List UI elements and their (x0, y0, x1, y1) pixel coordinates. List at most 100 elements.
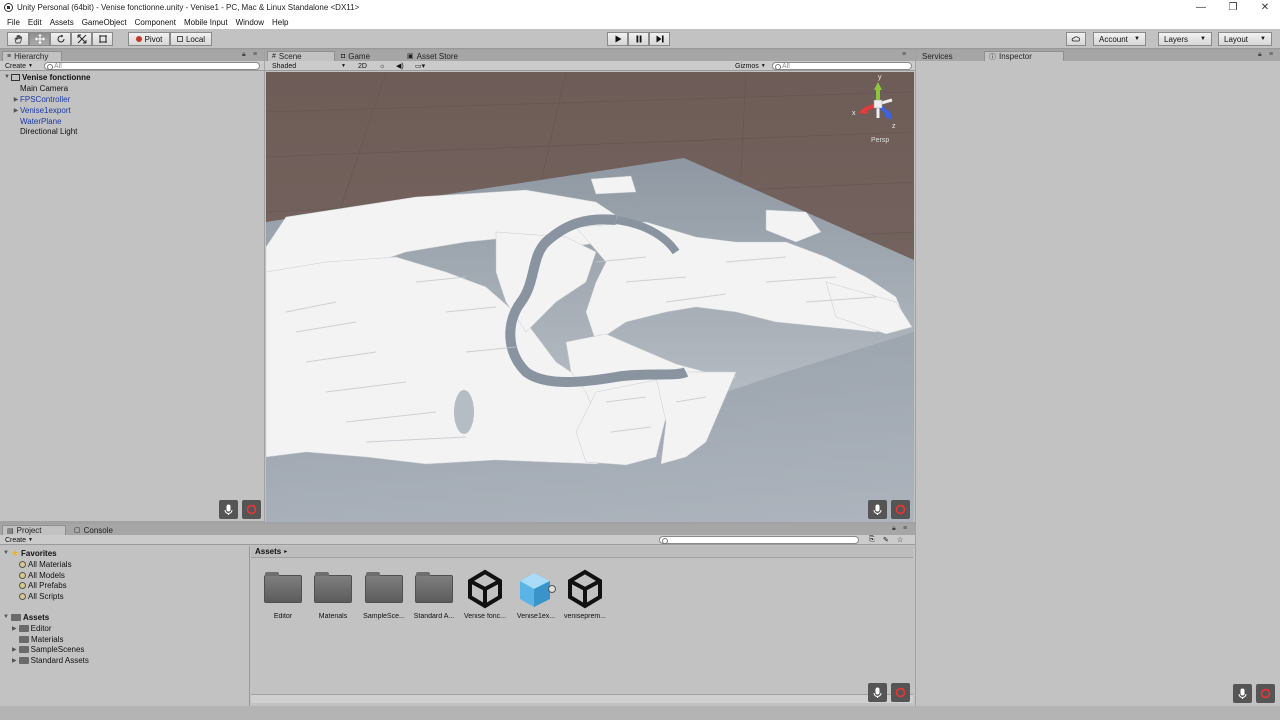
hierarchy-item-venise1export[interactable]: ▶ Venise1export (12, 105, 264, 116)
local-label: Local (185, 34, 206, 44)
menu-assets[interactable]: Assets (46, 18, 78, 27)
panel-menu-icon[interactable]: ≡ (1269, 51, 1273, 58)
favorite-item[interactable]: All Scripts (19, 591, 64, 602)
project-refresh-button[interactable] (891, 683, 910, 702)
favorite-item[interactable]: All Materials (19, 559, 72, 570)
lighting-toggle[interactable]: ☼ (376, 62, 388, 70)
asset-folder-standard-assets[interactable]: Standard A... (410, 569, 458, 620)
rotate-tool-button[interactable] (50, 32, 71, 46)
hierarchy-item-fpscontroller[interactable]: ▶ FPSController (12, 94, 264, 105)
asset-scene-venise-fonctionne[interactable]: Venise fonc... (461, 569, 509, 620)
tab-asset-store[interactable]: ▣ Asset Store (403, 51, 471, 61)
assets-root[interactable]: ▼ Assets (3, 612, 49, 623)
rect-tool-button[interactable] (92, 32, 113, 46)
asset-folder-item[interactable]: ▶ SampleScenes (12, 644, 84, 655)
scene-search-input[interactable]: All (772, 62, 912, 70)
expanded-triangle-icon[interactable]: ▼ (3, 614, 9, 620)
favorite-item[interactable]: All Prefabs (19, 580, 67, 591)
filter-by-type-button[interactable]: ⎘ (866, 536, 878, 544)
menu-mobile-input[interactable]: Mobile Input (180, 18, 232, 27)
expanded-triangle-icon[interactable]: ▼ (3, 74, 11, 80)
inspector-refresh-button[interactable] (1256, 684, 1275, 703)
asset-folder-samplescenes[interactable]: SampleSce... (360, 569, 408, 620)
project-search-input[interactable] (659, 536, 859, 544)
shading-mode-dropdown[interactable]: Shaded ▼ (269, 62, 349, 70)
project-collab-button[interactable] (868, 683, 887, 702)
pause-button[interactable] (628, 32, 649, 46)
2d-toggle[interactable]: 2D (355, 62, 370, 70)
collapsed-triangle-icon[interactable]: ▶ (12, 96, 20, 103)
breadcrumb-assets[interactable]: Assets (255, 547, 281, 556)
asset-folder-editor[interactable]: Editor (259, 569, 307, 620)
courtyard (454, 390, 474, 434)
panel-menu-icon[interactable]: ≡ (253, 51, 257, 58)
asset-model-venise1export[interactable]: Venise1ex... (512, 569, 560, 620)
tab-inspector[interactable]: ⓘ Inspector (984, 51, 1064, 61)
scene-refresh-button[interactable] (891, 500, 910, 519)
restore-button[interactable]: ❐ (1218, 0, 1248, 15)
hierarchy-search-input[interactable]: All (44, 62, 260, 70)
hierarchy-create-button[interactable]: Create ▼ (2, 62, 36, 70)
account-dropdown[interactable]: Account ▼ (1093, 32, 1146, 46)
audio-toggle[interactable]: ◀) (393, 62, 407, 70)
menu-gameobject[interactable]: GameObject (78, 18, 131, 27)
asset-folder-materials[interactable]: Materials (309, 569, 357, 620)
asset-scene-veniseprem[interactable]: veniseprem... (561, 569, 609, 620)
favorite-item[interactable]: All Models (19, 570, 65, 581)
tab-services[interactable]: Services (918, 51, 982, 61)
layers-dropdown[interactable]: Layers ▼ (1158, 32, 1212, 46)
layout-dropdown[interactable]: Layout ▼ (1218, 32, 1272, 46)
play-button[interactable] (607, 32, 628, 46)
favorites-header[interactable]: ▼ ★ Favorites (3, 548, 57, 559)
local-toggle[interactable]: Local (170, 32, 212, 46)
hierarchy-item-waterplane[interactable]: WaterPlane (12, 116, 264, 127)
cloud-button[interactable] (1066, 32, 1086, 46)
scene-collab-button[interactable] (868, 500, 887, 519)
collapsed-triangle-icon[interactable]: ▶ (12, 107, 20, 114)
move-tool-button[interactable] (29, 32, 50, 46)
hand-tool-button[interactable] (7, 32, 29, 46)
collapsed-triangle-icon[interactable]: ▶ (12, 657, 17, 664)
menu-help[interactable]: Help (268, 18, 292, 27)
folder-icon: ▤ (7, 527, 14, 535)
step-button[interactable] (649, 32, 670, 46)
minimize-button[interactable]: — (1186, 0, 1216, 15)
tab-scene[interactable]: # Scene (267, 51, 335, 61)
favorite-button[interactable]: ☆ (894, 536, 906, 544)
close-button[interactable]: ✕ (1250, 0, 1280, 15)
scale-tool-button[interactable] (71, 32, 92, 46)
tab-console[interactable]: ▢ Console (70, 525, 132, 535)
hierarchy-item-directional-light[interactable]: Directional Light (12, 126, 264, 137)
asset-folder-item[interactable]: ▶ Editor (12, 623, 52, 634)
hierarchy-collab-button[interactable] (219, 500, 238, 519)
expanded-triangle-icon[interactable]: ▼ (3, 550, 9, 556)
gizmos-dropdown[interactable]: Gizmos ▼ (732, 62, 769, 70)
asset-folder-item[interactable]: ▶ Standard Assets (12, 655, 89, 666)
collapsed-triangle-icon[interactable]: ▶ (12, 625, 17, 632)
effects-dropdown[interactable]: ▭▾ (412, 62, 428, 70)
hierarchy-item-main-camera[interactable]: Main Camera (12, 83, 264, 94)
asset-folder-item[interactable]: Materials (19, 634, 63, 645)
asset-label: Editor (273, 613, 293, 620)
inspector-collab-button[interactable] (1233, 684, 1252, 703)
scene-root-row[interactable]: ▼ Venise fonctionne (3, 72, 264, 83)
lock-icon[interactable]: 🔒︎ (1258, 51, 1262, 59)
tab-hierarchy[interactable]: ≡ Hierarchy (2, 51, 62, 61)
lock-icon[interactable]: 🔒︎ (892, 525, 896, 533)
panel-menu-icon[interactable]: ≡ (903, 525, 907, 532)
menu-window[interactable]: Window (232, 18, 268, 27)
menu-component[interactable]: Component (131, 18, 180, 27)
hierarchy-refresh-button[interactable] (242, 500, 261, 519)
pivot-toggle[interactable]: Pivot (128, 32, 170, 46)
filter-by-label-button[interactable]: ✎ (880, 536, 892, 544)
menu-edit[interactable]: Edit (24, 18, 46, 27)
collapsed-triangle-icon[interactable]: ▶ (12, 646, 17, 653)
panel-menu-icon[interactable]: ≡ (902, 51, 906, 58)
perspective-label[interactable]: Persp (871, 137, 889, 144)
lock-icon[interactable]: 🔒︎ (242, 51, 246, 59)
project-create-button[interactable]: Create ▼ (2, 536, 36, 544)
menu-file[interactable]: File (3, 18, 24, 27)
tab-game[interactable]: ◘ Game (337, 51, 401, 61)
tab-project[interactable]: ▤ Project (2, 525, 66, 535)
scene-viewport[interactable]: y x z Persp (266, 72, 914, 522)
